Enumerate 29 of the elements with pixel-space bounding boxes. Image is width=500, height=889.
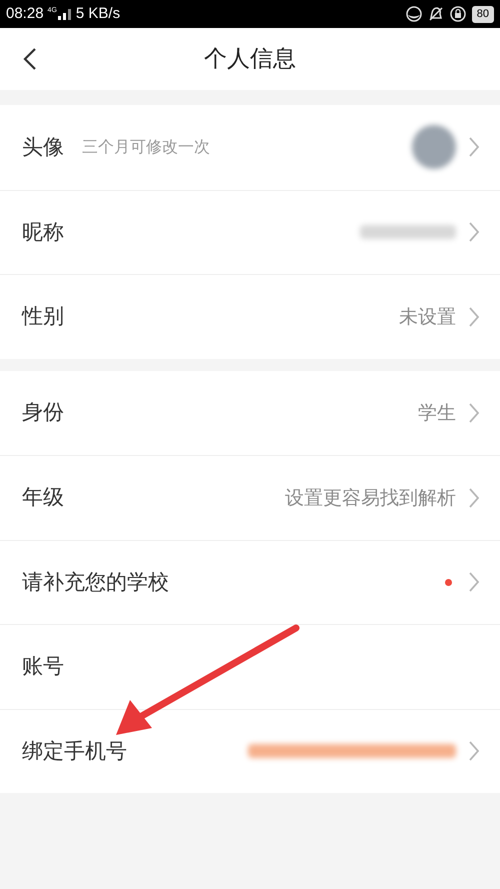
settings-row[interactable]: 昵称 — [0, 190, 500, 274]
row-label: 绑定手机号 — [22, 738, 127, 764]
row-hint: 三个月可修改一次 — [82, 136, 210, 158]
settings-row[interactable]: 身份 学生 — [0, 370, 500, 455]
network-speed: 5 KB/s — [76, 4, 120, 24]
row-value: 未设置 — [399, 304, 456, 330]
row-label: 账号 — [22, 653, 64, 680]
battery-indicator: 80 — [472, 6, 494, 22]
row-value: 设置更容易找到解析 — [285, 486, 456, 510]
signal-icon — [58, 8, 72, 20]
row-label: 请补充您的学校 — [22, 568, 169, 596]
back-icon — [23, 47, 37, 71]
row-label: 头像 — [22, 134, 64, 160]
avatar-image — [412, 125, 456, 170]
status-time: 08:28 — [6, 4, 44, 24]
row-label: 身份 — [22, 399, 64, 426]
row-label: 年级 — [22, 484, 64, 511]
row-label: 性别 — [22, 303, 64, 330]
row-value: 学生 — [418, 400, 456, 426]
bell-muted-icon — [428, 6, 444, 22]
settings-row[interactable]: 请补充您的学校 — [0, 540, 500, 624]
settings-row[interactable]: 头像 三个月可修改一次 — [0, 105, 500, 190]
row-label: 昵称 — [22, 218, 64, 246]
lock-rotation-icon — [450, 6, 466, 22]
page-title: 个人信息 — [204, 44, 296, 74]
settings-row[interactable]: 性别 未设置 — [0, 274, 500, 358]
moon-icon — [406, 6, 422, 22]
settings-row[interactable]: 账号 — [0, 624, 500, 708]
settings-row[interactable]: 年级 设置更容易找到解析 — [0, 455, 500, 540]
